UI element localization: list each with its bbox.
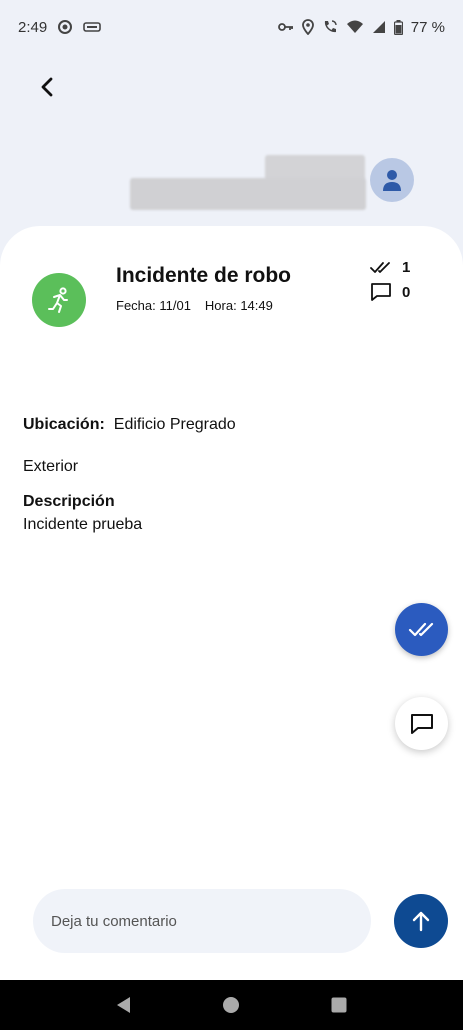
double-check-icon [408, 622, 433, 636]
incident-title: Incidente de robo [116, 264, 292, 287]
nav-recents-button[interactable] [319, 985, 359, 1025]
user-icon [383, 170, 401, 191]
status-time: 2:49 [18, 18, 48, 36]
signal-icon [372, 20, 386, 34]
wifi-icon [346, 20, 364, 34]
arrow-up-icon [412, 911, 430, 932]
comments-counter: 0 [370, 282, 410, 302]
mark-checked-button[interactable] [395, 603, 448, 656]
checks-counter: 1 [370, 259, 410, 276]
wifi-call-icon [322, 19, 338, 35]
location-extra: Exterior [23, 458, 79, 475]
description-value: Incidente prueba [23, 516, 143, 533]
add-comment-button[interactable] [395, 697, 448, 750]
checks-count: 1 [402, 259, 411, 276]
location-row: Ubicación: Edificio Pregrado [23, 416, 236, 434]
storage-icon [83, 21, 102, 33]
battery-percent: 77 % [410, 18, 445, 36]
triangle-back-icon [116, 997, 130, 1013]
location-value: Edificio Pregrado [113, 416, 236, 433]
system-nav-bar [0, 980, 463, 1030]
avatar[interactable] [370, 158, 414, 202]
location-icon [301, 19, 314, 35]
comments-count: 0 [402, 283, 411, 301]
battery-icon [393, 19, 403, 35]
comment-input[interactable] [33, 889, 371, 953]
incident-meta: Fecha: 11/01 Hora: 14:49 [116, 298, 273, 313]
nav-back-button[interactable] [104, 985, 144, 1025]
incident-card [0, 226, 463, 980]
nav-home-button[interactable] [211, 985, 251, 1025]
send-comment-button[interactable] [394, 894, 448, 948]
back-button[interactable] [30, 70, 64, 104]
double-check-icon [370, 261, 390, 273]
circle-home-icon [223, 997, 240, 1013]
settings-icon [57, 19, 73, 35]
square-recents-icon [331, 997, 347, 1013]
incident-time: Hora: 14:49 [204, 298, 273, 313]
comment-icon [410, 713, 433, 734]
comment-icon [371, 283, 391, 301]
incident-type-badge [32, 273, 86, 327]
key-icon [277, 21, 294, 33]
running-person-icon [48, 287, 68, 313]
location-label: Ubicación: [23, 416, 105, 433]
chevron-left-icon [41, 77, 53, 97]
redacted-name-block [130, 178, 366, 210]
incident-date: Fecha: 11/01 [116, 298, 191, 313]
status-bar: 2:49 77 % [0, 0, 463, 54]
description-label: Descripción [23, 493, 115, 510]
